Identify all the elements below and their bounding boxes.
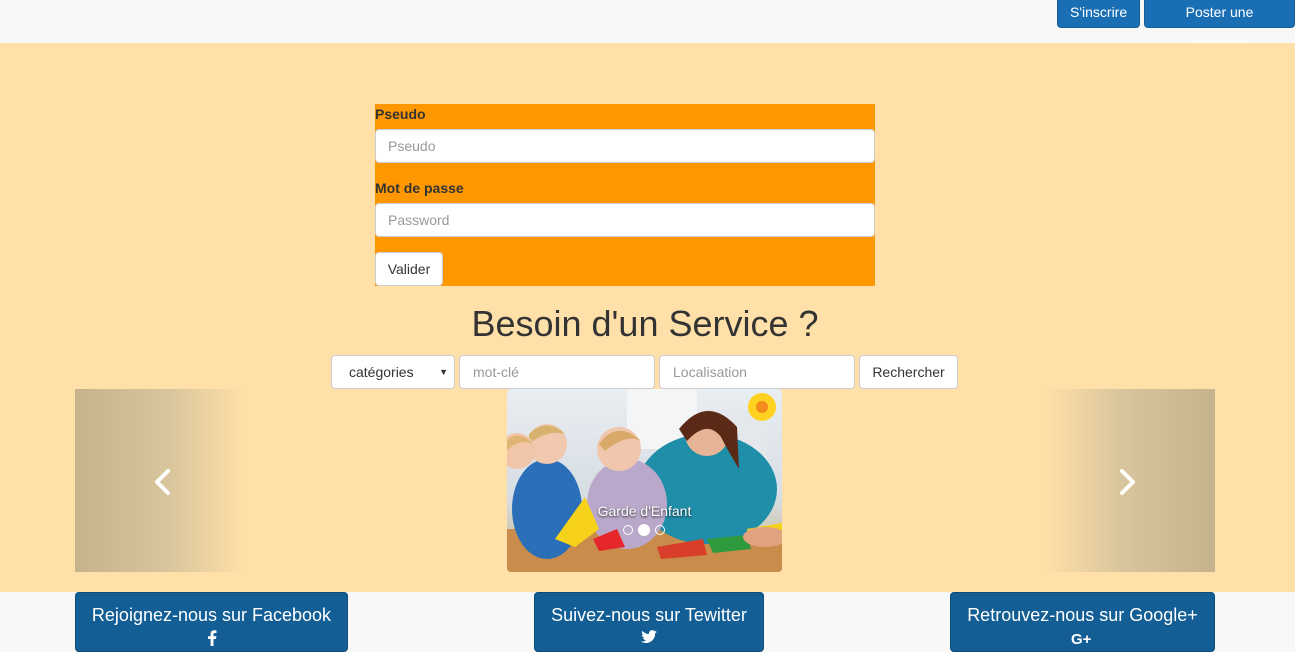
google-plus-button[interactable]: Retrouvez-nous sur Google+ G+ (950, 592, 1215, 652)
carousel-indicator-active[interactable] (638, 524, 650, 536)
facebook-label: Rejoignez-nous sur Facebook (91, 605, 332, 625)
location-input[interactable] (659, 355, 855, 389)
twitter-button[interactable]: Suivez-nous sur Tewitter (534, 592, 764, 652)
facebook-icon (207, 630, 216, 646)
google-plus-icon-text: G+ (1071, 631, 1092, 646)
google-plus-icon: G+ (1071, 631, 1092, 646)
caret-down-icon: ▼ (439, 367, 448, 377)
facebook-button[interactable]: Rejoignez-nous sur Facebook (75, 592, 348, 652)
username-label: Pseudo (375, 106, 426, 122)
search-button[interactable]: Rechercher (859, 355, 958, 389)
password-input[interactable] (375, 203, 875, 237)
post-ad-button[interactable]: Poster une annonce (1144, 0, 1295, 50)
username-input[interactable] (375, 129, 875, 163)
search-headline: Besoin d'un Service ? (471, 303, 819, 344)
slide-caption: Garde d'Enfant (597, 503, 692, 519)
chevron-right-icon (1120, 469, 1135, 495)
carousel-prev-control[interactable] (75, 389, 245, 572)
childcare-photo (507, 389, 782, 572)
register-button[interactable]: S'inscrire (1057, 0, 1140, 28)
carousel-next-control[interactable] (1045, 389, 1215, 572)
chevron-left-icon (155, 469, 170, 495)
main-section: Pseudo Mot de passe Valider Besoin d'un … (0, 43, 1295, 592)
category-select[interactable]: catégories ▼ (331, 355, 455, 389)
twitter-label: Suivez-nous sur Tewitter (551, 605, 747, 625)
twitter-icon (641, 630, 657, 643)
password-label: Mot de passe (375, 180, 464, 196)
carousel-slide: Garde d'Enfant (507, 389, 782, 572)
carousel-indicator[interactable] (623, 525, 633, 535)
login-submit-button[interactable]: Valider (375, 252, 443, 286)
keyword-input[interactable] (459, 355, 655, 389)
login-form: Pseudo Mot de passe Valider (375, 104, 875, 286)
top-navbar: S'inscrire Poster une annonce (0, 0, 1295, 50)
category-select-value: catégories (349, 364, 414, 380)
google-plus-label: Retrouvez-nous sur Google+ (967, 605, 1198, 625)
carousel-indicator[interactable] (655, 525, 665, 535)
